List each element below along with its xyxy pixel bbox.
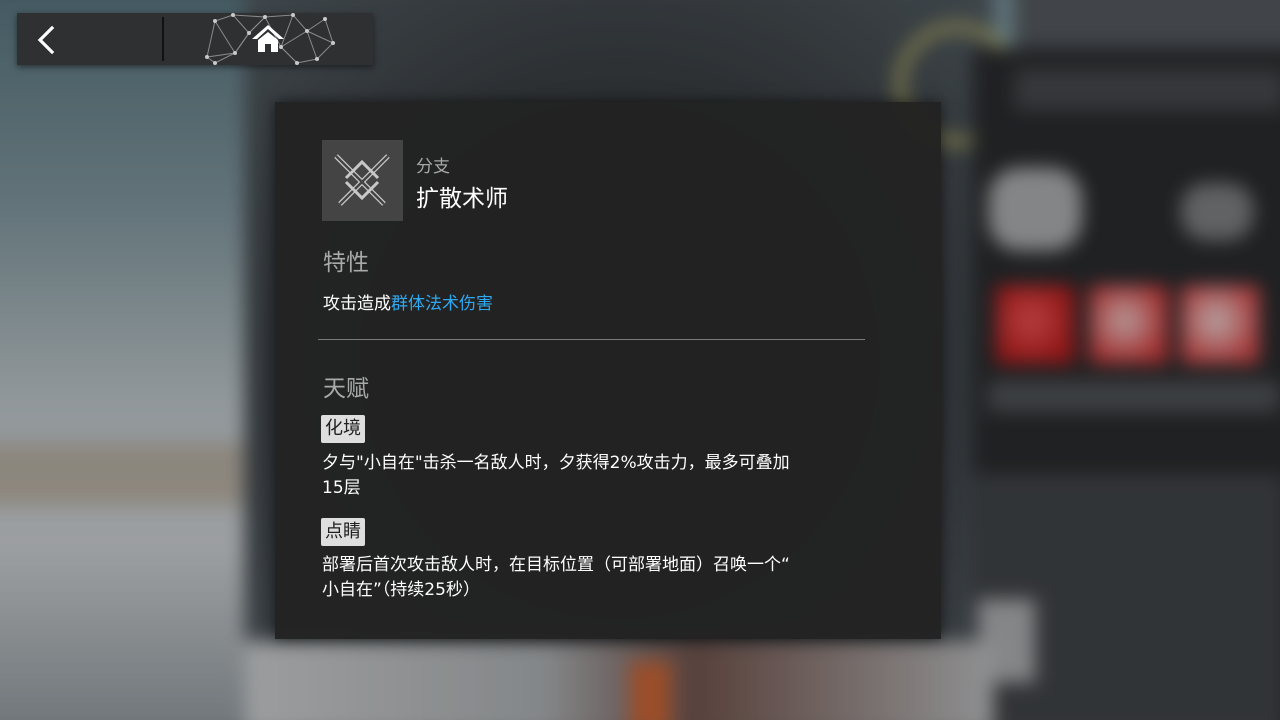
branch-icon-box [322,140,403,221]
talent-2-desc-line-2: 小自在”（持续25秒） [322,580,480,600]
top-nav [17,13,373,65]
section-divider [318,339,865,340]
talent-2-description: 部署后首次攻击敌人时，在目标位置（可部署地面）召唤一个“ 小自在”（持续25秒） [322,553,912,603]
crossed-blades-icon [334,154,390,206]
trait-text-prefix: 攻击造成 [323,294,391,314]
back-button[interactable] [17,13,163,65]
talent-section-title: 天赋 [323,376,369,402]
trait-section-title: 特性 [323,250,369,276]
talent-2-name-tag: 点睛 [321,518,365,546]
talent-1-description: 夕与"小自在"击杀一名敌人时，夕获得2%攻击力，最多可叠加 15层 [322,451,912,501]
branch-caption: 分支 [416,157,450,177]
branch-name: 扩散术师 [416,186,508,212]
home-button[interactable] [165,13,373,65]
home-icon [252,25,284,52]
talent-1-desc-line-2: 15层 [322,478,361,498]
trait-description: 攻击造成群体法术伤害 [323,289,493,314]
chevron-left-icon [37,26,55,54]
branch-info-panel: 分支 扩散术师 特性 攻击造成群体法术伤害 天赋 化境 夕与"小自在"击杀一名敌… [275,102,941,639]
game-screen: 分支 扩散术师 特性 攻击造成群体法术伤害 天赋 化境 夕与"小自在"击杀一名敌… [0,0,1280,720]
talent-2-desc-line-1: 部署后首次攻击敌人时，在目标位置（可部署地面）召唤一个“ [322,555,790,575]
talent-1-desc-line-1: 夕与"小自在"击杀一名敌人时，夕获得2%攻击力，最多可叠加 [322,453,790,473]
nav-divider [162,17,164,61]
talent-1-name-tag: 化境 [321,415,365,443]
trait-highlight-text: 群体法术伤害 [391,294,493,314]
